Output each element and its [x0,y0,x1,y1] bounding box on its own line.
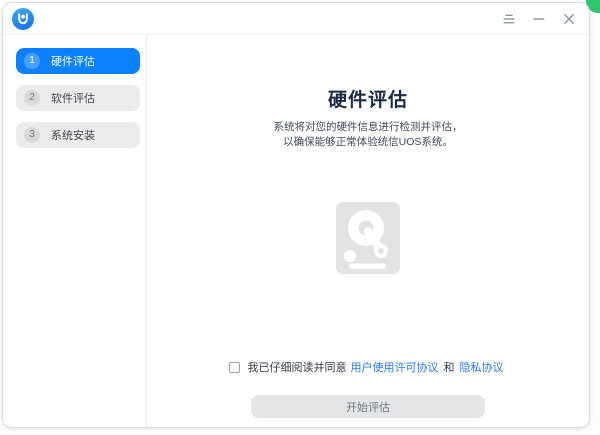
page-description: 系统将对您的硬件信息进行检测并评估， 以确保能够正常体验统信UOS系统。 [274,120,463,150]
minimize-icon [533,17,545,20]
description-line-2: 以确保能够正常体验统信UOS系统。 [283,136,453,148]
menu-button[interactable] [502,12,516,26]
step-label: 系统安装 [51,130,95,142]
window-body: 1 硬件评估 2 软件评估 3 系统安装 硬件评估 系统将对您的硬件信息进行检测… [3,35,589,427]
step-software-evaluation[interactable]: 2 软件评估 [16,85,140,111]
titlebar [3,3,589,35]
close-icon [564,13,574,24]
hard-drive-search-icon [336,202,400,274]
menu-icon [503,14,515,23]
agreement-conjunction: 和 [443,362,455,374]
privacy-policy-link[interactable]: 隐私协议 [460,359,504,375]
minimize-button[interactable] [532,12,546,26]
start-evaluation-button[interactable]: 开始评估 [251,395,485,418]
agreement-text: 我已仔细阅读并同意 [247,362,347,374]
main-content: 硬件评估 系统将对您的硬件信息进行检测并评估， 以确保能够正常体验统信UOS系统… [147,35,589,427]
step-number-badge: 1 [24,53,40,69]
agreement-row: 我已仔细阅读并同意 用户使用许可协议 和 隐私协议 [228,359,508,375]
license-agreement-link[interactable]: 用户使用许可协议 [351,359,439,375]
step-number-badge: 3 [24,127,40,143]
installer-window: 1 硬件评估 2 软件评估 3 系统安装 硬件评估 系统将对您的硬件信息进行检测… [2,2,590,428]
close-button[interactable] [562,12,576,26]
step-hardware-evaluation[interactable]: 1 硬件评估 [16,48,140,74]
description-line-1: 系统将对您的硬件信息进行检测并评估， [273,121,463,133]
step-label: 软件评估 [51,93,95,105]
steps-sidebar: 1 硬件评估 2 软件评估 3 系统安装 [3,35,147,427]
agreement-checkbox[interactable] [228,361,240,373]
page-title: 硬件评估 [327,90,408,111]
uos-logo-icon [12,7,34,30]
step-label: 硬件评估 [51,56,95,68]
step-number-badge: 2 [24,90,40,106]
step-system-install[interactable]: 3 系统安装 [16,122,140,148]
